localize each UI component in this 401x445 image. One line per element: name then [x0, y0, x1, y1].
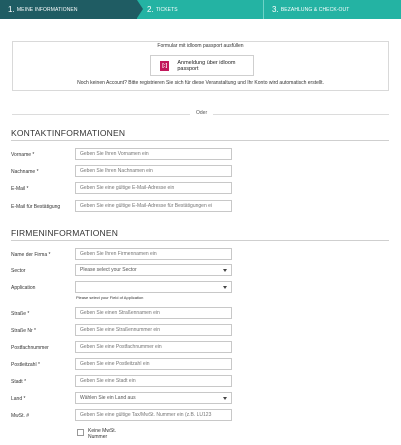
label-street-number: Straße Nr * — [11, 328, 37, 334]
sector-select-value: Please select your Sector — [80, 267, 137, 273]
no-vat-checkbox[interactable] — [77, 429, 84, 436]
label-street: Straße * — [11, 311, 30, 317]
idloom-login-button[interactable]: [:] Anmeldung über idloom passport — [150, 55, 254, 76]
section-rule — [11, 240, 389, 241]
application-select[interactable] — [75, 281, 232, 293]
idloom-login-label: Anmeldung über idloom passport — [177, 59, 236, 72]
street-number-input[interactable] — [75, 324, 232, 336]
chevron-down-icon — [223, 269, 227, 272]
step-number: 3. — [272, 5, 279, 14]
step-payment-checkout[interactable]: 3. BEZAHLUNG & CHECK-OUT — [263, 0, 401, 19]
label-sector: Sector — [11, 268, 26, 274]
confirmation-email-input[interactable] — [75, 200, 232, 212]
label-application: Application — [11, 285, 36, 291]
company-name-input[interactable] — [75, 248, 232, 260]
step-tickets[interactable]: 2. TICKETS — [137, 0, 263, 19]
email-input[interactable] — [75, 182, 232, 194]
label-postal-code: Postleitzahl * — [11, 362, 40, 368]
step-label: TICKETS — [155, 6, 178, 13]
last-name-input[interactable] — [75, 165, 232, 177]
step-label: MEINE INFORMATIONEN — [16, 6, 78, 13]
step-number: 1. — [8, 5, 15, 14]
checkout-steps: 1. MEINE INFORMATIONEN 2. TICKETS 3. BEZ… — [0, 0, 401, 19]
section-title-contact: KONTAKTINFORMATIONEN — [11, 128, 126, 138]
passport-title: Formular mit idloom passport ausfüllen — [157, 43, 244, 49]
label-first-name: Vorname * — [11, 152, 35, 158]
step-my-information[interactable]: 1. MEINE INFORMATIONEN — [0, 0, 143, 19]
country-select-value: Wählen Sie ein Land aus — [80, 395, 136, 401]
label-last-name: Nachname * — [11, 169, 39, 175]
section-rule — [11, 140, 389, 141]
label-company-name: Name der Firma * — [11, 252, 51, 258]
country-select[interactable]: Wählen Sie ein Land aus — [75, 392, 232, 404]
vat-number-input[interactable] — [75, 409, 232, 421]
divider-label: Oder — [190, 110, 214, 116]
no-vat-label: Keine MwSt. Nummer — [88, 428, 117, 440]
step-number: 2. — [147, 5, 154, 14]
label-confirmation-email: E-Mail für Bestätigung — [11, 204, 61, 210]
section-title-company: FIRMENINFORMATIONEN — [11, 228, 119, 238]
street-input[interactable] — [75, 307, 232, 319]
sector-select[interactable]: Please select your Sector — [75, 264, 232, 276]
passport-panel: Formular mit idloom passport ausfüllen [… — [12, 41, 389, 91]
label-email: E-Mail * — [11, 186, 29, 192]
idloom-logo-icon: [:] — [160, 60, 170, 71]
po-box-input[interactable] — [75, 341, 232, 353]
first-name-input[interactable] — [75, 148, 232, 160]
application-help-text: Please select your Field of Application — [76, 295, 144, 300]
label-vat-number: MwSt. # — [11, 413, 30, 419]
step-label: BEZAHLUNG & CHECK-OUT — [280, 6, 350, 13]
postal-code-input[interactable] — [75, 358, 232, 370]
label-country: Land * — [11, 396, 26, 402]
label-city: Stadt * — [11, 379, 27, 385]
register-note: Noch keinen Account? Bitte registrieren … — [77, 80, 324, 86]
city-input[interactable] — [75, 375, 232, 387]
chevron-down-icon — [223, 397, 227, 400]
chevron-down-icon — [223, 286, 227, 289]
label-po-box: Postfachnummer — [11, 345, 49, 351]
